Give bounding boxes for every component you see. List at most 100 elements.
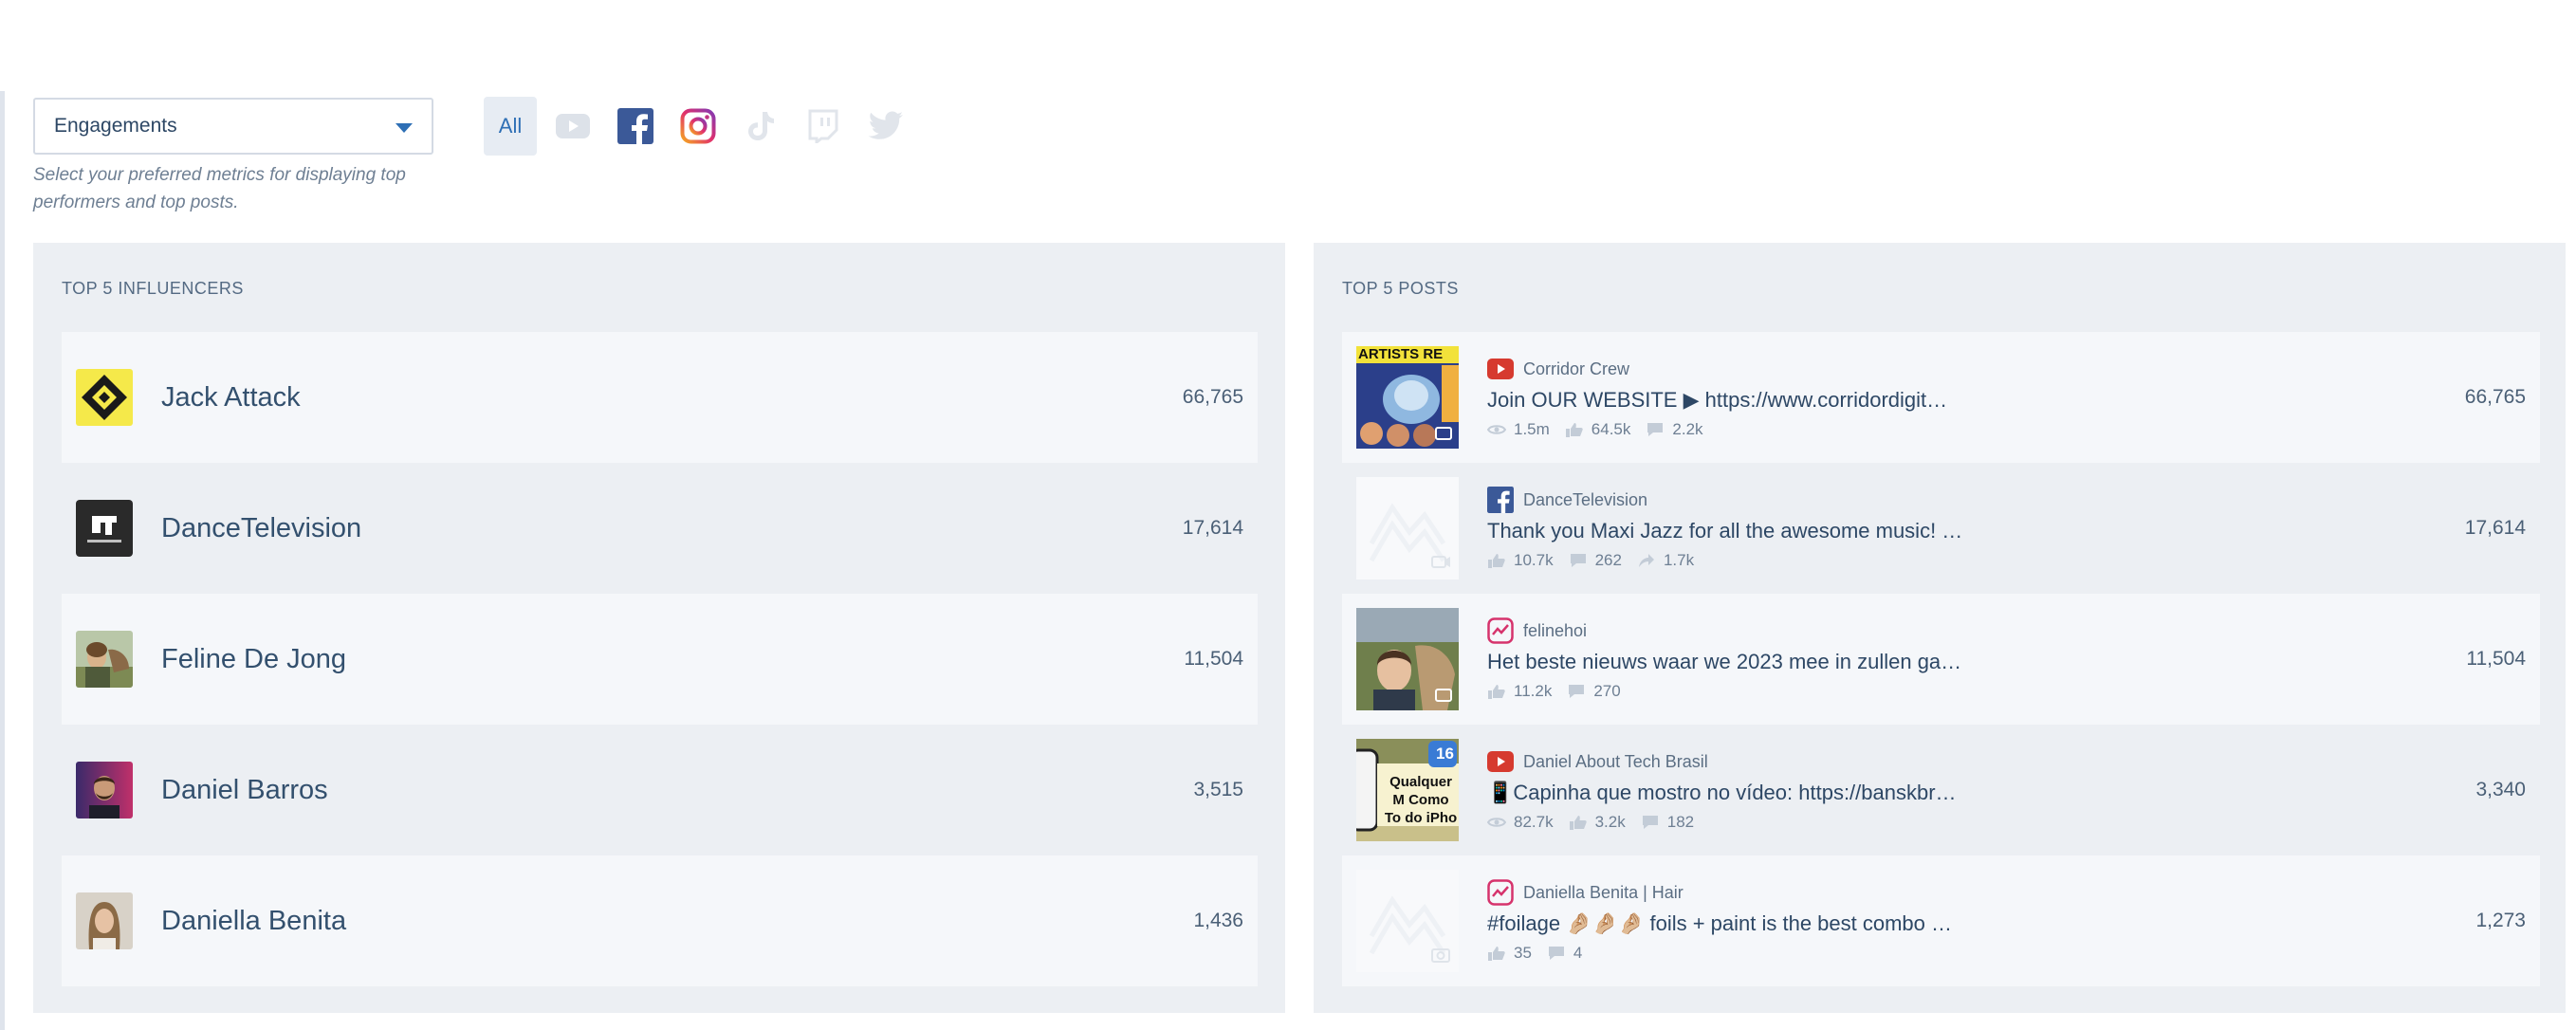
stat-views: 1.5m [1487, 420, 1550, 439]
platform-instagram-button[interactable] [672, 97, 725, 156]
post-title: Thank you Maxi Jazz for all the awesome … [1487, 519, 1963, 543]
post-value: 11,504 [2466, 648, 2526, 670]
influencer-row[interactable]: Feline De Jong 11,504 [62, 594, 1258, 725]
influencer-row[interactable]: Daniel Barros 3,515 [62, 725, 1258, 855]
post-thumbnail: ARTISTS RE [1356, 346, 1459, 449]
likes-icon [1487, 684, 1506, 699]
post-thumbnail-placeholder [1356, 870, 1459, 972]
thumbnail-text: Qualquer M Como To do iPho [1384, 774, 1458, 826]
post-thumbnail-placeholder [1356, 477, 1459, 579]
stat-comments: 270 [1567, 682, 1621, 701]
left-border [0, 91, 5, 1030]
youtube-icon [1487, 356, 1514, 382]
post-body: Corridor Crew Join OUR WEBSITE ▶ https:/… [1487, 356, 2465, 439]
influencer-name: DanceTelevision [161, 512, 362, 543]
likes-icon [1487, 946, 1506, 961]
post-source-name: Daniel About Tech Brasil [1523, 751, 1708, 771]
avatar [76, 500, 133, 557]
views-icon [1487, 815, 1506, 830]
facebook-icon [617, 108, 653, 144]
stat-comments: 2.2k [1646, 420, 1703, 439]
influencer-row[interactable]: Daniella Benita 1,436 [62, 855, 1258, 986]
platform-tiktok-button[interactable] [734, 97, 787, 156]
platform-all-button[interactable]: All [484, 97, 537, 156]
post-stats: 10.7k 262 1.7k [1487, 551, 2465, 570]
instagram-icon [680, 108, 716, 144]
post-thumbnail [1356, 608, 1459, 710]
platform-youtube-button[interactable] [546, 97, 599, 156]
comments-icon [1641, 815, 1660, 830]
shares-icon [1637, 553, 1656, 568]
instagram-icon [1487, 879, 1514, 906]
likes-icon [1569, 815, 1588, 830]
views-icon [1487, 422, 1506, 437]
post-row[interactable]: 16 Qualquer M Como To do iPho Daniel Abo… [1342, 725, 2540, 855]
influencer-row[interactable]: Jack Attack 66,765 [62, 332, 1258, 463]
influencer-name: Daniel Barros [161, 774, 328, 805]
influencer-name: Feline De Jong [161, 643, 347, 674]
platform-facebook-button[interactable] [609, 97, 662, 156]
post-body: DanceTelevision Thank you Maxi Jazz for … [1487, 487, 2465, 570]
thumbnail-badge: 16 [1436, 745, 1454, 763]
influencer-value: 1,436 [1193, 910, 1243, 931]
post-body: felinehoi Het beste nieuws waar we 2023 … [1487, 617, 2466, 701]
influencer-value: 11,504 [1184, 648, 1243, 670]
stat-likes: 10.7k [1487, 551, 1554, 570]
comments-icon [1569, 553, 1588, 568]
platform-twitch-button[interactable] [797, 97, 850, 156]
comments-icon [1567, 684, 1586, 699]
likes-icon [1487, 553, 1506, 568]
stat-likes: 11.2k [1487, 682, 1552, 701]
post-body: Daniella Benita | Hair #foilage 🤌🏼🤌🏼🤌🏼 f… [1487, 879, 2475, 963]
panel-title: TOP 5 INFLUENCERS [62, 279, 244, 298]
post-row[interactable]: Daniella Benita | Hair #foilage 🤌🏼🤌🏼🤌🏼 f… [1342, 855, 2540, 986]
stat-views: 82.7k [1487, 813, 1554, 832]
chevron-down-icon [396, 123, 413, 133]
twitter-icon [868, 111, 903, 139]
stat-likes: 35 [1487, 944, 1532, 963]
instagram-icon [1487, 617, 1514, 644]
post-value: 17,614 [2464, 517, 2526, 539]
post-stats: 82.7k 3.2k 182 [1487, 813, 2475, 832]
post-row[interactable]: DanceTelevision Thank you Maxi Jazz for … [1342, 463, 2540, 594]
stat-shares: 1.7k [1637, 551, 1694, 570]
panel-title: TOP 5 POSTS [1342, 279, 1459, 298]
platform-twitter-button[interactable] [859, 97, 912, 156]
influencer-row[interactable]: DanceTelevision 17,614 [62, 463, 1258, 594]
top-influencers-panel: TOP 5 INFLUENCERS Jack Attack 66,765 Dan… [33, 243, 1285, 1013]
comments-icon [1547, 946, 1566, 961]
post-source: DanceTelevision [1487, 487, 2465, 513]
post-source: Daniel About Tech Brasil [1487, 748, 2475, 775]
avatar [76, 762, 133, 818]
post-source-name: felinehoi [1523, 620, 1588, 640]
youtube-icon [556, 114, 590, 138]
thumbnail-text: ARTISTS RE [1358, 346, 1444, 362]
post-stats: 1.5m 64.5k 2.2k [1487, 420, 2465, 439]
stat-comments: 182 [1641, 813, 1694, 832]
post-source: Corridor Crew [1487, 356, 2465, 382]
post-source: Daniella Benita | Hair [1487, 879, 2475, 906]
post-value: 66,765 [2464, 386, 2526, 408]
post-stats: 35 4 [1487, 944, 2475, 963]
influencer-value: 66,765 [1182, 386, 1243, 408]
metric-dropdown[interactable]: Engagements [33, 98, 433, 155]
post-value: 1,273 [2475, 910, 2526, 931]
post-title: #foilage 🤌🏼🤌🏼🤌🏼 foils + paint is the bes… [1487, 911, 1953, 935]
post-stats: 11.2k 270 [1487, 682, 2466, 701]
youtube-icon [1487, 748, 1514, 775]
post-title: Join OUR WEBSITE ▶ https://www.corridord… [1487, 388, 1948, 412]
post-row[interactable]: ARTISTS RE Corridor Crew Join OUR WEBSIT… [1342, 332, 2540, 463]
influencer-name: Jack Attack [161, 381, 301, 413]
influencer-value: 3,515 [1193, 779, 1243, 800]
metric-selected-value: Engagements [54, 115, 177, 137]
avatar [76, 892, 133, 949]
stat-likes: 64.5k [1565, 420, 1630, 439]
comments-icon [1646, 422, 1665, 437]
post-thumbnail: 16 Qualquer M Como To do iPho [1356, 739, 1459, 841]
post-row[interactable]: felinehoi Het beste nieuws waar we 2023 … [1342, 594, 2540, 725]
post-body: Daniel About Tech Brasil 📱Capinha que mo… [1487, 748, 2475, 832]
post-source-name: Corridor Crew [1523, 359, 1630, 378]
influencer-name: Daniella Benita [161, 905, 347, 936]
metric-hint: Select your preferred metrics for displa… [33, 165, 406, 212]
post-source-name: DanceTelevision [1523, 489, 1648, 509]
